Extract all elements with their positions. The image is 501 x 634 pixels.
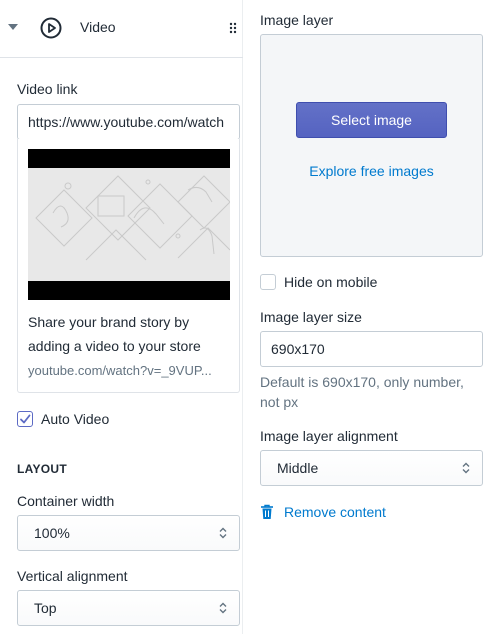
video-description: Share your brand story by adding a video…	[28, 314, 201, 354]
vertical-alignment-value: Top	[34, 600, 57, 616]
remove-content-label: Remove content	[284, 504, 386, 520]
image-layer-size-input[interactable]: 690x170	[260, 331, 483, 367]
layout-heading: LAYOUT	[17, 462, 68, 476]
image-layer-size-label: Image layer size	[260, 309, 362, 325]
explore-free-images-link[interactable]: Explore free images	[261, 163, 482, 179]
remove-content-button[interactable]: Remove content	[260, 502, 386, 522]
video-link-label: Video link	[17, 81, 78, 97]
collapse-caret-icon[interactable]	[8, 24, 18, 30]
trash-icon	[261, 504, 273, 519]
container-width-value: 100%	[34, 525, 70, 541]
video-section-header[interactable]: Video	[0, 0, 243, 58]
container-width-label: Container width	[17, 493, 115, 509]
play-circle-icon	[40, 17, 62, 39]
vertical-alignment-select[interactable]: Top	[17, 590, 240, 626]
video-thumbnail[interactable]	[28, 149, 230, 300]
section-title: Video	[80, 19, 116, 35]
image-layer-size-help: Default is 690x170, only number, not px	[260, 374, 464, 410]
drag-handle-icon[interactable]	[229, 22, 237, 34]
image-layer-alignment-select[interactable]: Middle	[260, 450, 483, 486]
image-layer-alignment-value: Middle	[277, 460, 319, 476]
left-panel: Video Video link https://www.youtube.com…	[0, 0, 243, 634]
video-link-input[interactable]: https://www.youtube.com/watch	[17, 104, 240, 140]
image-picker: Select image Explore free images	[260, 34, 483, 257]
image-layer-label: Image layer	[260, 12, 334, 28]
select-arrows-icon	[219, 527, 227, 539]
select-arrows-icon	[462, 462, 470, 474]
hide-on-mobile-checkbox[interactable]	[260, 274, 276, 290]
auto-video-label: Auto Video	[41, 411, 110, 427]
select-image-button[interactable]: Select image	[296, 102, 447, 138]
container-width-select[interactable]: 100%	[17, 515, 240, 551]
select-arrows-icon	[219, 602, 227, 614]
vertical-alignment-label: Vertical alignment	[17, 568, 128, 584]
auto-video-checkbox[interactable]	[17, 411, 33, 427]
checkmark-icon	[20, 414, 31, 424]
video-preview-card: Share your brand story by adding a video…	[17, 139, 240, 393]
video-thumbnail-image	[28, 168, 230, 281]
hide-on-mobile-label: Hide on mobile	[284, 274, 378, 290]
image-layer-alignment-label: Image layer alignment	[260, 428, 398, 444]
video-url-link[interactable]: youtube.com/watch?v=_9VUP...	[28, 363, 233, 378]
